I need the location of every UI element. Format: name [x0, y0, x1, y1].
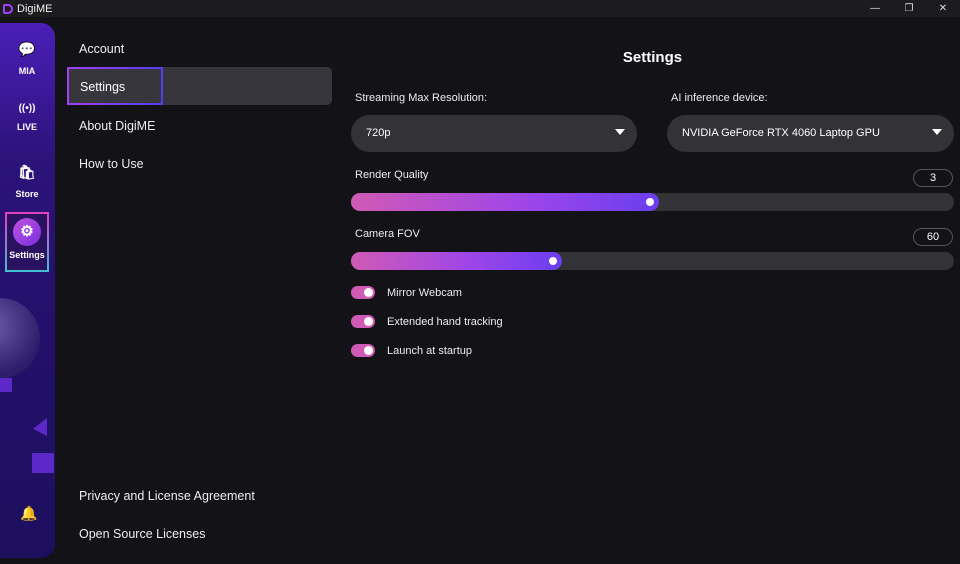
render-quality-label: Render Quality — [355, 169, 429, 181]
slider-fill — [351, 252, 563, 270]
mirror-webcam-label: Mirror Webcam — [387, 287, 462, 299]
decorative-shape — [32, 453, 54, 473]
shopping-bag-icon: 🛍 — [18, 164, 36, 180]
launch-startup-toggle[interactable] — [351, 344, 375, 357]
menu-account[interactable]: Account — [79, 42, 124, 56]
menu-open-source[interactable]: Open Source Licenses — [79, 527, 205, 541]
resolution-label: Streaming Max Resolution: — [355, 92, 488, 104]
device-label: AI inference device: — [671, 92, 768, 104]
minimize-button[interactable]: — — [858, 0, 892, 17]
nav-mia[interactable]: 💬 MIA — [5, 41, 49, 76]
broadcast-icon: ((•)) — [18, 103, 36, 114]
nav-store[interactable]: 🛍 Store — [5, 164, 49, 199]
decorative-shape — [33, 418, 47, 436]
menu-about[interactable]: About DigiME — [79, 119, 155, 133]
device-select[interactable]: NVIDIA GeForce RTX 4060 Laptop GPU — [667, 115, 954, 152]
hand-tracking-toggle[interactable] — [351, 315, 375, 328]
nav-label: LIVE — [16, 122, 37, 132]
gear-icon: ⚙ — [13, 218, 41, 246]
close-button[interactable]: ✕ — [926, 0, 960, 17]
bell-icon[interactable]: 🔔 — [20, 505, 37, 522]
mirror-webcam-toggle[interactable] — [351, 286, 375, 299]
hand-tracking-label: Extended hand tracking — [387, 316, 503, 328]
chevron-down-icon — [615, 129, 625, 135]
page-title: Settings — [622, 49, 683, 66]
nav-live[interactable]: ((•)) LIVE — [5, 103, 49, 132]
camera-fov-slider[interactable] — [351, 252, 954, 270]
nav-settings[interactable]: ⚙ Settings — [5, 212, 49, 272]
slider-fill — [351, 193, 659, 211]
app-logo-icon — [3, 3, 13, 14]
nav-label: Settings — [9, 250, 45, 260]
slider-handle[interactable] — [645, 198, 654, 206]
decorative-planet — [0, 298, 40, 378]
device-value: NVIDIA GeForce RTX 4060 Laptop GPU — [682, 127, 880, 139]
decorative-shape — [0, 378, 12, 392]
resolution-select[interactable]: 720p — [351, 115, 637, 152]
nav-label: Store — [15, 189, 39, 199]
menu-privacy[interactable]: Privacy and License Agreement — [79, 489, 255, 503]
title-bar: DigiME — ❐ ✕ — [0, 0, 960, 17]
menu-how-to-use[interactable]: How to Use — [79, 157, 144, 171]
launch-startup-label: Launch at startup — [387, 345, 473, 357]
chat-icon: 💬 — [18, 41, 36, 57]
slider-handle[interactable] — [549, 257, 558, 265]
resolution-value: 720p — [366, 127, 391, 139]
sidebar: 💬 MIA ((•)) LIVE 🛍 Store ⚙ Settings 🔔 — [0, 23, 55, 558]
camera-fov-label: Camera FOV — [355, 228, 420, 240]
menu-settings[interactable]: Settings — [67, 67, 163, 105]
render-quality-value[interactable]: 3 — [913, 169, 953, 187]
render-quality-slider[interactable] — [351, 193, 954, 211]
restore-button[interactable]: ❐ — [892, 0, 926, 17]
camera-fov-value[interactable]: 60 — [913, 228, 953, 246]
nav-label: MIA — [18, 66, 36, 76]
chevron-down-icon — [932, 129, 942, 135]
app-title: DigiME — [17, 2, 53, 15]
